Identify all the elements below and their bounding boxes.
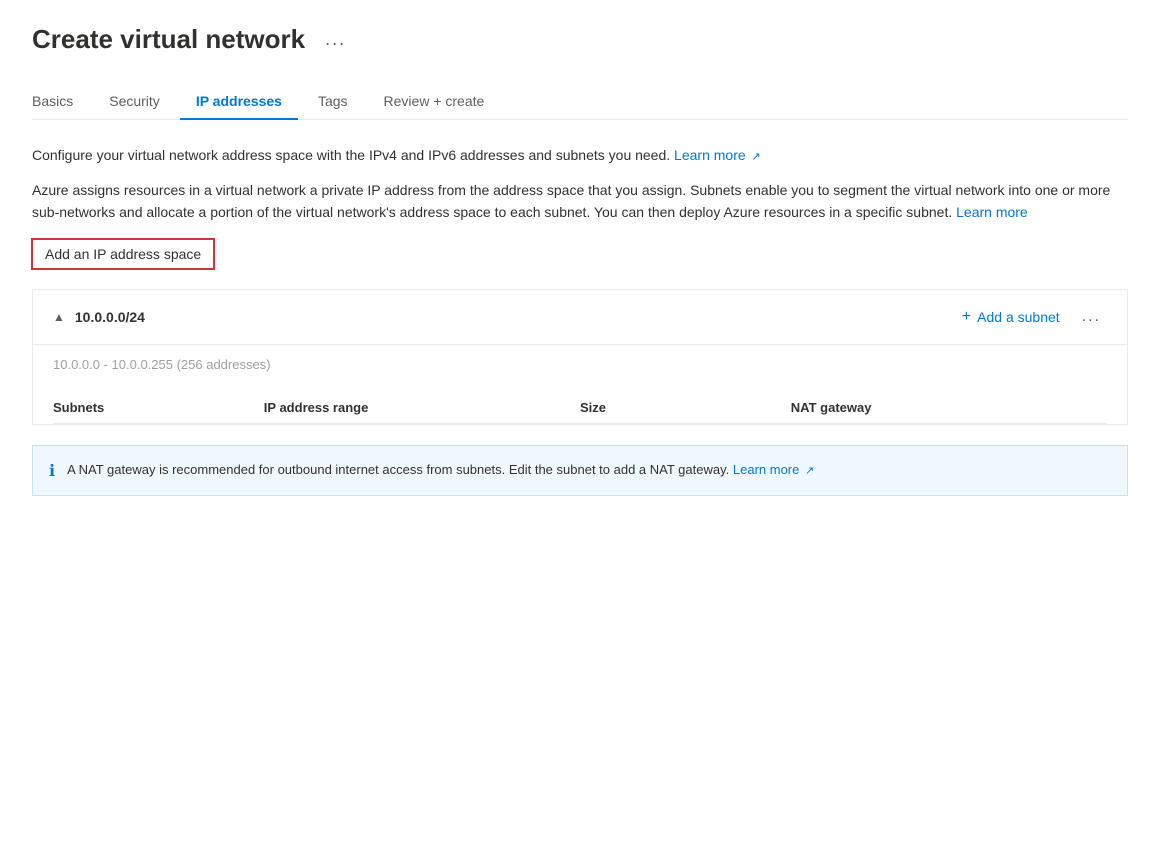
external-link-icon-nat: ↗ [805, 463, 814, 480]
ip-space-actions: + Add a subnet ... [962, 306, 1107, 328]
info-icon: ℹ [49, 461, 55, 481]
ip-space-card: ▲ 10.0.0.0/24 + Add a subnet ... 10.0.0.… [32, 289, 1128, 425]
col-header-subnets: Subnets [53, 392, 264, 424]
tab-security[interactable]: Security [93, 83, 176, 119]
learn-more-link-1[interactable]: Learn more ↗ [674, 147, 761, 163]
nat-info-banner: ℹ A NAT gateway is recommended for outbo… [32, 445, 1128, 496]
learn-more-link-2[interactable]: Learn more [956, 204, 1028, 220]
description-text-1: Configure your virtual network address s… [32, 147, 670, 163]
ip-space-header: ▲ 10.0.0.0/24 + Add a subnet ... [33, 290, 1127, 345]
tab-ip-addresses[interactable]: IP addresses [180, 83, 298, 119]
plus-icon: + [962, 308, 971, 326]
tab-review-create[interactable]: Review + create [368, 83, 501, 119]
nat-learn-more-link[interactable]: Learn more ↗ [733, 462, 814, 477]
ip-address-display: 10.0.0.0/24 [75, 309, 145, 325]
info-banner-text: A NAT gateway is recommended for outboun… [67, 460, 814, 480]
col-header-nat-gateway: NAT gateway [791, 392, 1107, 424]
add-ip-address-space-button[interactable]: Add an IP address space [32, 239, 214, 269]
description-block-1: Configure your virtual network address s… [32, 144, 1128, 223]
ip-range-info: 10.0.0.0 - 10.0.0.255 (256 addresses) [53, 357, 1107, 372]
chevron-up-icon[interactable]: ▲ [53, 310, 65, 324]
tab-navigation: Basics Security IP addresses Tags Review… [32, 83, 1128, 120]
tab-basics[interactable]: Basics [32, 83, 89, 119]
ellipsis-menu-button[interactable]: ... [317, 25, 354, 54]
external-link-icon-1: ↗ [752, 149, 761, 167]
subnets-table: Subnets IP address range Size NAT gatewa… [53, 392, 1107, 424]
page-header: Create virtual network ... [32, 24, 1128, 55]
col-header-size: Size [580, 392, 791, 424]
tab-tags[interactable]: Tags [302, 83, 364, 119]
more-options-button[interactable]: ... [1076, 306, 1107, 328]
add-subnet-button[interactable]: + Add a subnet [962, 308, 1060, 326]
page-title: Create virtual network [32, 24, 305, 55]
ip-space-body: 10.0.0.0 - 10.0.0.255 (256 addresses) Su… [33, 345, 1127, 424]
ip-space-left: ▲ 10.0.0.0/24 [53, 309, 145, 325]
table-header-row: Subnets IP address range Size NAT gatewa… [53, 392, 1107, 424]
description-text-2: Azure assigns resources in a virtual net… [32, 182, 1110, 220]
col-header-ip-range: IP address range [264, 392, 580, 424]
